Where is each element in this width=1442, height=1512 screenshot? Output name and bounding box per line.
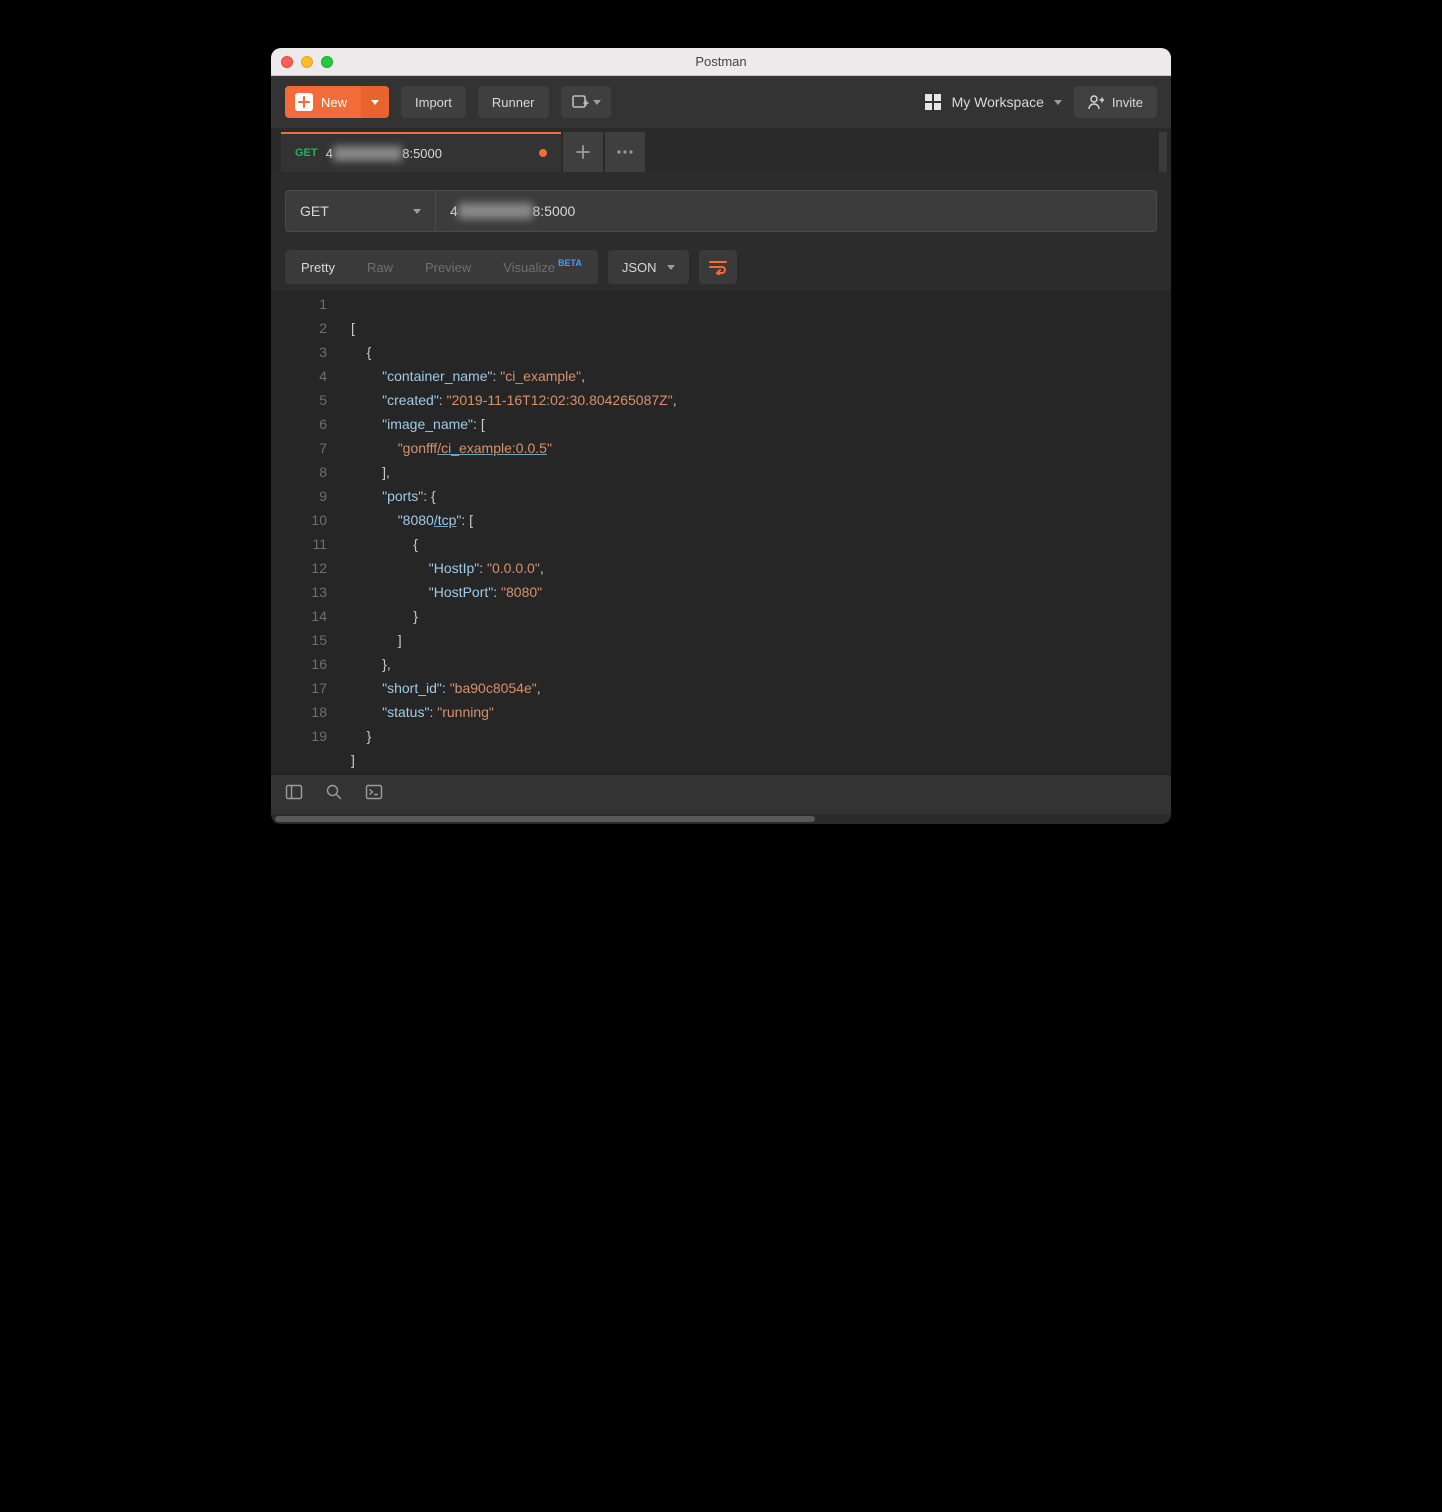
response-view-toolbar: Pretty Raw Preview Visualize BETA JSON: [271, 240, 1171, 290]
request-url-row: GET 4XXXXXXXX8:5000: [271, 172, 1171, 240]
chevron-down-icon: [371, 100, 379, 105]
sidebar-toggle-button[interactable]: [285, 783, 303, 806]
minimize-window-button[interactable]: [301, 56, 313, 68]
grid-icon: [924, 93, 942, 111]
line-number-gutter: 123 456 789 101112 131415 161718 19: [271, 290, 345, 774]
tab-raw[interactable]: Raw: [351, 250, 409, 284]
chevron-down-icon: [413, 209, 421, 214]
maximize-window-button[interactable]: [321, 56, 333, 68]
workspace-label: My Workspace: [952, 94, 1044, 110]
runner-button[interactable]: Runner: [478, 86, 549, 118]
new-button[interactable]: New: [285, 86, 361, 118]
tab-preview[interactable]: Preview: [409, 250, 487, 284]
tab-visualize[interactable]: Visualize BETA: [487, 250, 598, 284]
response-format-select[interactable]: JSON: [608, 250, 689, 284]
new-button-group: New: [285, 86, 389, 118]
runner-button-label: Runner: [492, 95, 535, 110]
new-dropdown-button[interactable]: [361, 86, 389, 118]
traffic-lights: [281, 56, 333, 68]
http-method-value: GET: [300, 203, 329, 219]
capture-button[interactable]: [561, 86, 611, 118]
code-content: [ { "container_name": "ci_example", "cre…: [345, 290, 1171, 774]
unsaved-indicator-icon: [539, 149, 547, 157]
tab-pretty[interactable]: Pretty: [285, 250, 351, 284]
ellipsis-icon: [617, 150, 633, 154]
request-tab[interactable]: GET 4XXXXXXXX8:5000: [281, 132, 561, 172]
close-window-button[interactable]: [281, 56, 293, 68]
console-button[interactable]: [365, 783, 383, 806]
horizontal-scrollbar[interactable]: [271, 814, 1171, 824]
body-view-tabs: Pretty Raw Preview Visualize BETA: [285, 250, 598, 284]
tab-method-badge: GET: [295, 147, 318, 159]
http-method-select[interactable]: GET: [285, 190, 435, 232]
chevron-down-icon: [667, 265, 675, 270]
panel-icon: [285, 783, 303, 801]
right-edge: [1159, 132, 1167, 172]
tab-title: 4XXXXXXXX8:5000: [326, 146, 531, 161]
url-input[interactable]: 4XXXXXXXX8:5000: [435, 190, 1157, 232]
beta-badge: BETA: [558, 258, 582, 268]
app-window: Postman New Import Runner: [271, 48, 1171, 824]
folder-add-icon: [571, 93, 589, 111]
import-button[interactable]: Import: [401, 86, 466, 118]
invite-button-label: Invite: [1112, 95, 1143, 110]
response-format-value: JSON: [622, 260, 657, 275]
plus-icon: [576, 145, 590, 159]
response-body[interactable]: 123 456 789 101112 131415 161718 19 [ { …: [271, 290, 1171, 774]
chevron-down-icon: [593, 100, 601, 105]
terminal-icon: [365, 783, 383, 801]
workspace-selector[interactable]: My Workspace: [924, 93, 1062, 111]
invite-button[interactable]: Invite: [1074, 86, 1157, 118]
search-icon: [325, 783, 343, 801]
word-wrap-icon: [708, 259, 728, 275]
status-bar: [271, 774, 1171, 814]
user-add-icon: [1088, 94, 1104, 110]
scrollbar-thumb[interactable]: [275, 816, 815, 822]
request-tabs: GET 4XXXXXXXX8:5000: [271, 128, 1171, 172]
new-tab-button[interactable]: [563, 132, 603, 172]
import-button-label: Import: [415, 95, 452, 110]
wrap-lines-button[interactable]: [699, 250, 737, 284]
titlebar: Postman: [271, 48, 1171, 76]
plus-icon: [295, 93, 313, 111]
window-title: Postman: [271, 54, 1171, 69]
chevron-down-icon: [1054, 100, 1062, 105]
new-button-label: New: [321, 95, 347, 110]
tab-options-button[interactable]: [605, 132, 645, 172]
find-button[interactable]: [325, 783, 343, 806]
top-toolbar: New Import Runner My Workspace: [271, 76, 1171, 128]
